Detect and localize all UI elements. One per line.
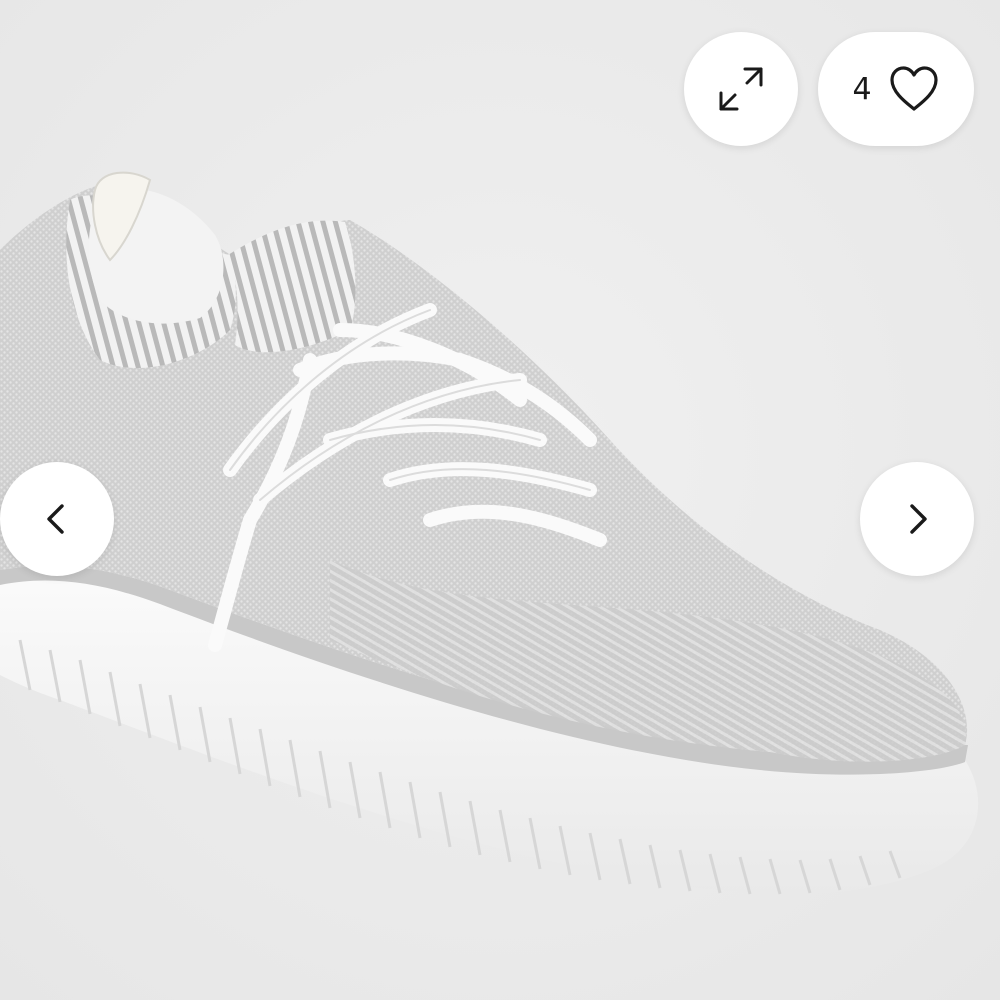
previous-image-button[interactable]: [0, 462, 114, 576]
chevron-right-icon: [897, 499, 937, 539]
chevron-left-icon: [37, 499, 77, 539]
favorite-button[interactable]: 4: [818, 32, 974, 146]
expand-arrows-icon: [713, 61, 769, 117]
heart-outline-icon: [888, 65, 940, 113]
product-image-sneaker[interactable]: [0, 0, 1000, 1000]
next-image-button[interactable]: [860, 462, 974, 576]
product-image-gallery: 4: [0, 0, 1000, 1000]
favorite-count: 4: [852, 71, 872, 107]
expand-button[interactable]: [684, 32, 798, 146]
